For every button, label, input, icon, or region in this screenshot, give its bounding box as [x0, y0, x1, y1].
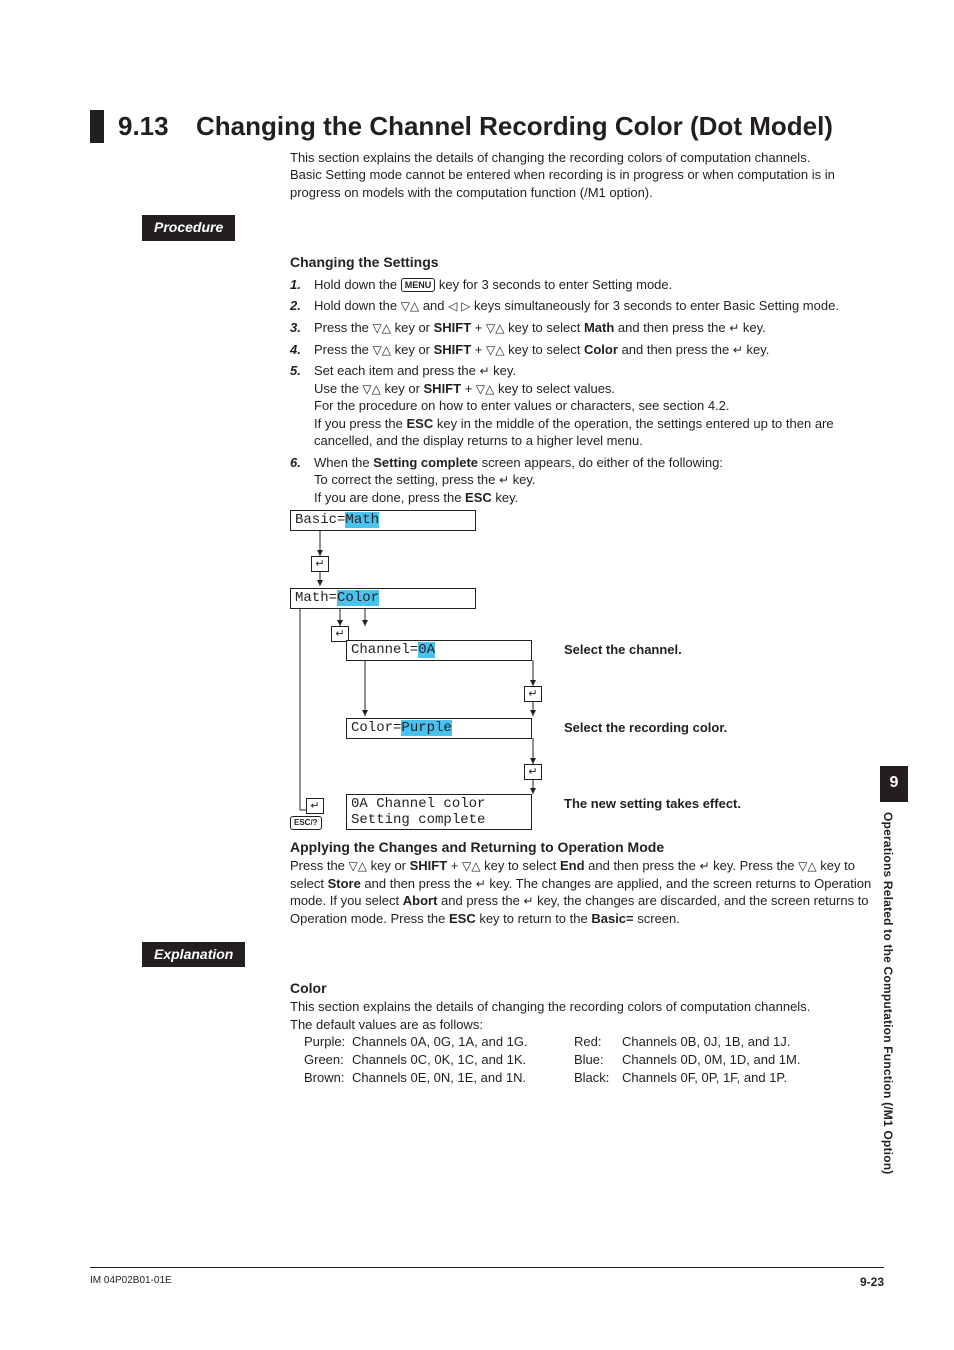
explanation-p2: The default values are as follows:	[290, 1016, 884, 1034]
lcd-channel: Channel=0A	[346, 640, 532, 661]
updown-icon: ▽△	[798, 859, 816, 873]
footer-doc-id: IM 04P02B01-01E	[90, 1274, 172, 1290]
page-footer: IM 04P02B01-01E 9-23	[90, 1267, 884, 1290]
procedure-steps: 1. Hold down the MENU key for 3 seconds …	[290, 276, 884, 507]
lcd-setting-complete: 0A Channel colorSetting complete	[346, 794, 532, 830]
step-4: Press the ▽△ key or SHIFT + ▽△ key to se…	[314, 341, 769, 359]
lcd-color: Color=Purple	[346, 718, 532, 739]
enter-key-icon: ↵	[306, 798, 324, 814]
enter-icon: ↵	[499, 473, 509, 487]
defaults-table: Purple:Channels 0A, 0G, 1A, and 1G.Red:C…	[290, 1033, 884, 1086]
step-number: 6.	[290, 454, 314, 507]
chapter-tab: 9 Operations Related to the Computation …	[880, 766, 908, 1242]
section-title: 9.13 Changing the Channel Recording Colo…	[90, 110, 884, 143]
applying-body: Press the ▽△ key or SHIFT + ▽△ key to se…	[290, 857, 884, 927]
title-accent-bar	[90, 110, 104, 143]
step-number: 4.	[290, 341, 314, 359]
explanation-label: Explanation	[142, 942, 245, 968]
step-3: Press the ▽△ key or SHIFT + ▽△ key to se…	[314, 319, 766, 337]
updown-icon: ▽△	[462, 859, 480, 873]
leftright-icon: ◁ ▷	[448, 299, 470, 313]
procedure-label: Procedure	[142, 215, 235, 241]
step-number: 3.	[290, 319, 314, 337]
step-2: Hold down the ▽△ and ◁ ▷ keys simultaneo…	[314, 297, 839, 315]
color-heading: Color	[290, 979, 884, 998]
esc-key-icon: ESC/?	[290, 816, 322, 830]
updown-icon: ▽△	[486, 321, 504, 335]
enter-key-icon: ↵	[311, 556, 329, 572]
updown-icon: ▽△	[401, 299, 419, 313]
chapter-title: Operations Related to the Computation Fu…	[880, 802, 896, 1242]
step-5: Set each item and press the ↵ key. Use t…	[314, 362, 884, 450]
updown-icon: ▽△	[373, 321, 391, 335]
enter-icon: ↵	[729, 321, 739, 335]
step-6: When the Setting complete screen appears…	[314, 454, 723, 507]
chapter-number: 9	[880, 766, 908, 802]
updown-icon: ▽△	[362, 382, 380, 396]
step-number: 2.	[290, 297, 314, 315]
section-heading: Changing the Channel Recording Color (Do…	[196, 110, 833, 143]
menu-key-icon: MENU	[401, 278, 436, 292]
caption-select-channel: Select the channel.	[564, 641, 682, 659]
step-1: Hold down the MENU key for 3 seconds to …	[314, 276, 672, 294]
enter-icon: ↵	[733, 343, 743, 357]
lcd-basic-math: Basic=Math	[290, 510, 476, 531]
step-number: 1.	[290, 276, 314, 294]
enter-icon: ↵	[476, 877, 486, 891]
enter-icon: ↵	[699, 859, 709, 873]
applying-heading: Applying the Changes and Returning to Op…	[290, 838, 884, 857]
caption-select-color: Select the recording color.	[564, 719, 727, 737]
enter-icon: ↵	[479, 364, 489, 378]
updown-icon: ▽△	[373, 343, 391, 357]
enter-icon: ↵	[523, 894, 533, 908]
caption-new-setting: The new setting takes effect.	[564, 795, 741, 813]
footer-page-number: 9-23	[860, 1274, 884, 1290]
intro-paragraph-1: This section explains the details of cha…	[290, 149, 884, 167]
explanation-p1: This section explains the details of cha…	[290, 998, 884, 1016]
enter-key-icon: ↵	[524, 686, 542, 702]
updown-icon: ▽△	[486, 343, 504, 357]
updown-icon: ▽△	[349, 859, 367, 873]
section-number: 9.13	[118, 110, 176, 143]
updown-icon: ▽△	[476, 382, 494, 396]
flow-diagram: Basic=Math ↵ Math=Color ↵ Channel=0A Sel…	[290, 510, 884, 830]
step-number: 5.	[290, 362, 314, 450]
intro-paragraph-2: Basic Setting mode cannot be entered whe…	[290, 166, 884, 201]
enter-key-icon: ↵	[524, 764, 542, 780]
changing-settings-heading: Changing the Settings	[290, 253, 884, 272]
lcd-math-color: Math=Color	[290, 588, 476, 609]
